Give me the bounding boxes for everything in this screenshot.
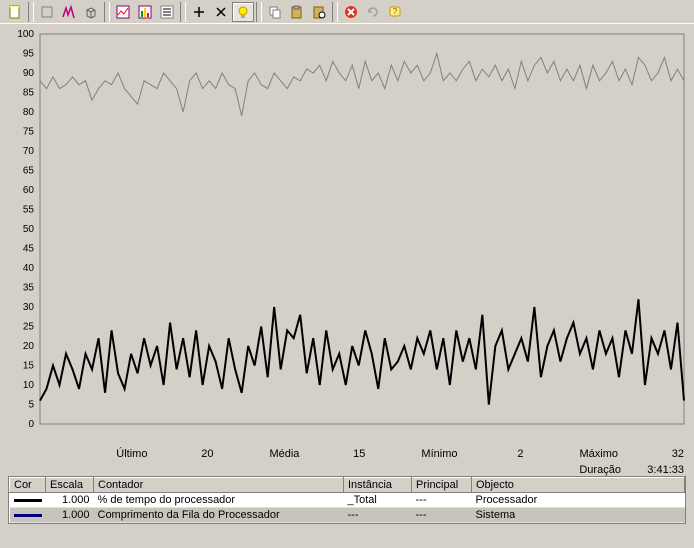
svg-text:0: 0 — [28, 419, 34, 430]
svg-text:10: 10 — [23, 380, 35, 391]
cell-contador: % de tempo do processador — [94, 493, 344, 508]
svg-text:75: 75 — [23, 127, 35, 138]
line-chart: 0 5 10 15 20 25 30 35 40 45 50 55 60 65 70 75 80 85 90 95 10… — [0, 24, 694, 444]
svg-text:25: 25 — [23, 322, 35, 333]
svg-text:55: 55 — [23, 205, 35, 216]
col-principal[interactable]: Principal — [412, 478, 472, 493]
col-cor[interactable]: Cor — [10, 478, 46, 493]
svg-text:35: 35 — [23, 283, 35, 294]
toolbar: ? — [0, 0, 694, 24]
cell-instancia: --- — [344, 508, 412, 523]
cell-principal: --- — [412, 508, 472, 523]
col-instancia[interactable]: Instância — [344, 478, 412, 493]
duracao-value: 3:41:33 — [624, 464, 684, 476]
cell-objecto: Processador — [472, 493, 685, 508]
ultimo-label: Último — [116, 448, 147, 460]
table-row[interactable]: 1.000% de tempo do processador_Total---P… — [10, 493, 685, 508]
ultimo-value: 20 — [153, 448, 213, 460]
chart1-icon[interactable] — [112, 2, 134, 22]
cell-escala: 1.000 — [46, 508, 94, 523]
cell-instancia: _Total — [344, 493, 412, 508]
counters-table[interactable]: Cor Escala Contador Instância Principal … — [8, 476, 686, 524]
maximo-label: Máximo — [579, 448, 618, 460]
media-label: Média — [269, 448, 299, 460]
cell-cor — [10, 508, 46, 523]
bulb-icon[interactable] — [232, 2, 254, 22]
svg-text:5: 5 — [28, 400, 34, 411]
cube-icon[interactable] — [80, 2, 102, 22]
svg-text:90: 90 — [23, 68, 35, 79]
minimo-value: 2 — [463, 448, 523, 460]
minimo-label: Mínimo — [421, 448, 457, 460]
list-icon[interactable] — [156, 2, 178, 22]
copy-icon[interactable] — [264, 2, 286, 22]
cell-principal: --- — [412, 493, 472, 508]
open-icon[interactable] — [36, 2, 58, 22]
props-icon[interactable] — [308, 2, 330, 22]
svg-text:?: ? — [393, 7, 398, 16]
svg-text:95: 95 — [23, 49, 35, 60]
spike-icon[interactable] — [58, 2, 80, 22]
svg-text:30: 30 — [23, 302, 35, 313]
svg-text:85: 85 — [23, 88, 35, 99]
svg-text:50: 50 — [23, 224, 35, 235]
new-icon[interactable] — [4, 2, 26, 22]
help-icon[interactable]: ? — [384, 2, 406, 22]
col-contador[interactable]: Contador — [94, 478, 344, 493]
svg-text:45: 45 — [23, 244, 35, 255]
table-row[interactable]: 1.000Comprimento da Fila do Processador-… — [10, 508, 685, 523]
svg-text:20: 20 — [23, 341, 35, 352]
refresh-icon[interactable] — [362, 2, 384, 22]
chart2-icon[interactable] — [134, 2, 156, 22]
stop-icon[interactable] — [340, 2, 362, 22]
svg-text:70: 70 — [23, 146, 35, 157]
cell-contador: Comprimento da Fila do Processador — [94, 508, 344, 523]
cell-cor — [10, 493, 46, 508]
svg-text:15: 15 — [23, 361, 35, 372]
col-escala[interactable]: Escala — [46, 478, 94, 493]
table-header-row: Cor Escala Contador Instância Principal … — [10, 478, 685, 493]
svg-text:40: 40 — [23, 263, 35, 274]
maximo-value: 32 — [624, 448, 684, 460]
col-objecto[interactable]: Objecto — [472, 478, 685, 493]
duracao-label: Duração — [579, 464, 621, 476]
plus-icon[interactable] — [188, 2, 210, 22]
chart-area: 0 5 10 15 20 25 30 35 40 45 50 55 60 65 70 75 80 85 90 95 10… — [0, 24, 694, 470]
cell-escala: 1.000 — [46, 493, 94, 508]
media-value: 15 — [305, 448, 365, 460]
svg-text:65: 65 — [23, 166, 35, 177]
svg-text:80: 80 — [23, 107, 35, 118]
paste-icon[interactable] — [286, 2, 308, 22]
svg-text:100: 100 — [17, 29, 34, 40]
cell-objecto: Sistema — [472, 508, 685, 523]
times-icon[interactable] — [210, 2, 232, 22]
svg-text:60: 60 — [23, 185, 35, 196]
